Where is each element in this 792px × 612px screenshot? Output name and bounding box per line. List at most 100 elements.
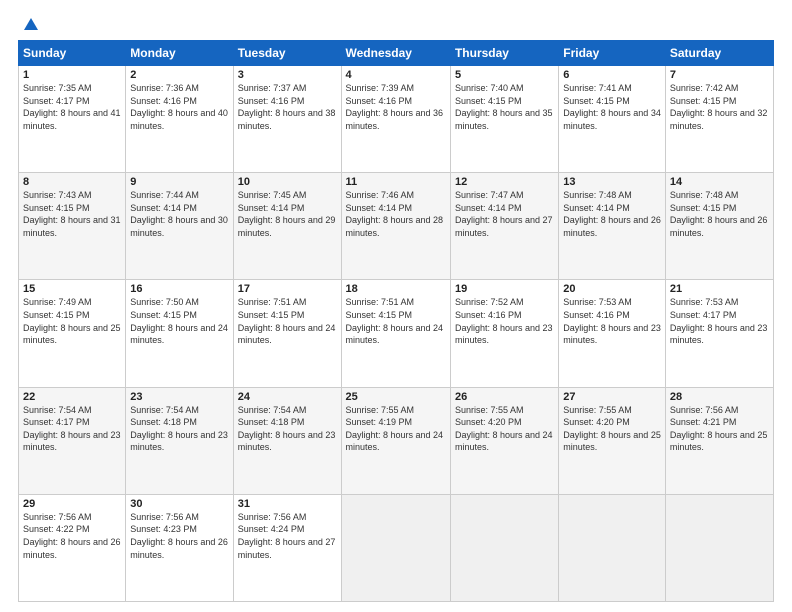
day-info: Sunrise: 7:49 AMSunset: 4:15 PMDaylight:… — [23, 297, 121, 345]
calendar-cell — [665, 494, 773, 601]
day-info: Sunrise: 7:46 AMSunset: 4:14 PMDaylight:… — [346, 190, 444, 238]
day-number: 11 — [346, 176, 446, 188]
calendar-cell: 20 Sunrise: 7:53 AMSunset: 4:16 PMDaylig… — [559, 280, 666, 387]
day-number: 27 — [563, 391, 661, 403]
day-number: 28 — [670, 391, 769, 403]
day-header-wednesday: Wednesday — [341, 41, 450, 66]
calendar-week-1: 1 Sunrise: 7:35 AMSunset: 4:17 PMDayligh… — [19, 66, 774, 173]
day-info: Sunrise: 7:43 AMSunset: 4:15 PMDaylight:… — [23, 190, 121, 238]
day-info: Sunrise: 7:54 AMSunset: 4:18 PMDaylight:… — [238, 405, 336, 453]
day-info: Sunrise: 7:39 AMSunset: 4:16 PMDaylight:… — [346, 83, 444, 131]
day-info: Sunrise: 7:51 AMSunset: 4:15 PMDaylight:… — [346, 297, 444, 345]
calendar-week-2: 8 Sunrise: 7:43 AMSunset: 4:15 PMDayligh… — [19, 173, 774, 280]
day-info: Sunrise: 7:36 AMSunset: 4:16 PMDaylight:… — [130, 83, 228, 131]
day-number: 25 — [346, 391, 446, 403]
calendar-cell — [450, 494, 558, 601]
day-info: Sunrise: 7:56 AMSunset: 4:21 PMDaylight:… — [670, 405, 768, 453]
day-info: Sunrise: 7:48 AMSunset: 4:14 PMDaylight:… — [563, 190, 661, 238]
day-info: Sunrise: 7:47 AMSunset: 4:14 PMDaylight:… — [455, 190, 553, 238]
calendar-cell: 9 Sunrise: 7:44 AMSunset: 4:14 PMDayligh… — [126, 173, 233, 280]
calendar-cell — [341, 494, 450, 601]
day-info: Sunrise: 7:54 AMSunset: 4:17 PMDaylight:… — [23, 405, 121, 453]
day-number: 14 — [670, 176, 769, 188]
day-number: 13 — [563, 176, 661, 188]
day-number: 23 — [130, 391, 228, 403]
day-number: 19 — [455, 283, 554, 295]
calendar-cell: 24 Sunrise: 7:54 AMSunset: 4:18 PMDaylig… — [233, 387, 341, 494]
day-number: 17 — [238, 283, 337, 295]
day-number: 29 — [23, 498, 121, 510]
day-info: Sunrise: 7:56 AMSunset: 4:23 PMDaylight:… — [130, 512, 228, 560]
day-header-tuesday: Tuesday — [233, 41, 341, 66]
calendar-week-3: 15 Sunrise: 7:49 AMSunset: 4:15 PMDaylig… — [19, 280, 774, 387]
day-info: Sunrise: 7:53 AMSunset: 4:17 PMDaylight:… — [670, 297, 768, 345]
day-info: Sunrise: 7:35 AMSunset: 4:17 PMDaylight:… — [23, 83, 121, 131]
logo-icon — [22, 16, 40, 34]
calendar-cell: 30 Sunrise: 7:56 AMSunset: 4:23 PMDaylig… — [126, 494, 233, 601]
day-number: 22 — [23, 391, 121, 403]
day-number: 24 — [238, 391, 337, 403]
day-number: 5 — [455, 69, 554, 81]
day-info: Sunrise: 7:45 AMSunset: 4:14 PMDaylight:… — [238, 190, 336, 238]
calendar-cell: 19 Sunrise: 7:52 AMSunset: 4:16 PMDaylig… — [450, 280, 558, 387]
header-row: SundayMondayTuesdayWednesdayThursdayFrid… — [19, 41, 774, 66]
calendar-week-4: 22 Sunrise: 7:54 AMSunset: 4:17 PMDaylig… — [19, 387, 774, 494]
calendar-cell: 10 Sunrise: 7:45 AMSunset: 4:14 PMDaylig… — [233, 173, 341, 280]
calendar-cell: 8 Sunrise: 7:43 AMSunset: 4:15 PMDayligh… — [19, 173, 126, 280]
logo — [18, 16, 40, 34]
calendar-cell: 26 Sunrise: 7:55 AMSunset: 4:20 PMDaylig… — [450, 387, 558, 494]
day-number: 21 — [670, 283, 769, 295]
calendar-cell: 11 Sunrise: 7:46 AMSunset: 4:14 PMDaylig… — [341, 173, 450, 280]
day-info: Sunrise: 7:48 AMSunset: 4:15 PMDaylight:… — [670, 190, 768, 238]
day-info: Sunrise: 7:53 AMSunset: 4:16 PMDaylight:… — [563, 297, 661, 345]
calendar-cell: 2 Sunrise: 7:36 AMSunset: 4:16 PMDayligh… — [126, 66, 233, 173]
logo-area — [18, 16, 40, 30]
day-number: 3 — [238, 69, 337, 81]
calendar-cell: 18 Sunrise: 7:51 AMSunset: 4:15 PMDaylig… — [341, 280, 450, 387]
day-info: Sunrise: 7:55 AMSunset: 4:20 PMDaylight:… — [455, 405, 553, 453]
calendar-cell: 13 Sunrise: 7:48 AMSunset: 4:14 PMDaylig… — [559, 173, 666, 280]
day-info: Sunrise: 7:37 AMSunset: 4:16 PMDaylight:… — [238, 83, 336, 131]
day-number: 10 — [238, 176, 337, 188]
day-header-monday: Monday — [126, 41, 233, 66]
day-info: Sunrise: 7:55 AMSunset: 4:20 PMDaylight:… — [563, 405, 661, 453]
day-info: Sunrise: 7:52 AMSunset: 4:16 PMDaylight:… — [455, 297, 553, 345]
day-header-thursday: Thursday — [450, 41, 558, 66]
day-header-saturday: Saturday — [665, 41, 773, 66]
calendar-cell: 16 Sunrise: 7:50 AMSunset: 4:15 PMDaylig… — [126, 280, 233, 387]
day-info: Sunrise: 7:44 AMSunset: 4:14 PMDaylight:… — [130, 190, 228, 238]
day-info: Sunrise: 7:50 AMSunset: 4:15 PMDaylight:… — [130, 297, 228, 345]
day-info: Sunrise: 7:54 AMSunset: 4:18 PMDaylight:… — [130, 405, 228, 453]
calendar-cell: 5 Sunrise: 7:40 AMSunset: 4:15 PMDayligh… — [450, 66, 558, 173]
calendar-cell: 27 Sunrise: 7:55 AMSunset: 4:20 PMDaylig… — [559, 387, 666, 494]
day-number: 16 — [130, 283, 228, 295]
day-number: 31 — [238, 498, 337, 510]
day-info: Sunrise: 7:51 AMSunset: 4:15 PMDaylight:… — [238, 297, 336, 345]
calendar-cell: 22 Sunrise: 7:54 AMSunset: 4:17 PMDaylig… — [19, 387, 126, 494]
day-number: 26 — [455, 391, 554, 403]
day-info: Sunrise: 7:55 AMSunset: 4:19 PMDaylight:… — [346, 405, 444, 453]
day-number: 12 — [455, 176, 554, 188]
day-number: 9 — [130, 176, 228, 188]
day-number: 4 — [346, 69, 446, 81]
page: SundayMondayTuesdayWednesdayThursdayFrid… — [0, 0, 792, 612]
day-info: Sunrise: 7:42 AMSunset: 4:15 PMDaylight:… — [670, 83, 768, 131]
calendar-cell: 12 Sunrise: 7:47 AMSunset: 4:14 PMDaylig… — [450, 173, 558, 280]
calendar-cell: 4 Sunrise: 7:39 AMSunset: 4:16 PMDayligh… — [341, 66, 450, 173]
calendar-cell: 1 Sunrise: 7:35 AMSunset: 4:17 PMDayligh… — [19, 66, 126, 173]
calendar-cell — [559, 494, 666, 601]
calendar-cell: 6 Sunrise: 7:41 AMSunset: 4:15 PMDayligh… — [559, 66, 666, 173]
calendar-cell: 25 Sunrise: 7:55 AMSunset: 4:19 PMDaylig… — [341, 387, 450, 494]
calendar-cell: 28 Sunrise: 7:56 AMSunset: 4:21 PMDaylig… — [665, 387, 773, 494]
day-info: Sunrise: 7:40 AMSunset: 4:15 PMDaylight:… — [455, 83, 553, 131]
day-header-sunday: Sunday — [19, 41, 126, 66]
day-info: Sunrise: 7:56 AMSunset: 4:22 PMDaylight:… — [23, 512, 121, 560]
calendar-cell: 17 Sunrise: 7:51 AMSunset: 4:15 PMDaylig… — [233, 280, 341, 387]
calendar-cell: 3 Sunrise: 7:37 AMSunset: 4:16 PMDayligh… — [233, 66, 341, 173]
calendar-cell: 21 Sunrise: 7:53 AMSunset: 4:17 PMDaylig… — [665, 280, 773, 387]
calendar-cell: 14 Sunrise: 7:48 AMSunset: 4:15 PMDaylig… — [665, 173, 773, 280]
calendar-cell: 7 Sunrise: 7:42 AMSunset: 4:15 PMDayligh… — [665, 66, 773, 173]
header — [18, 16, 774, 30]
day-number: 7 — [670, 69, 769, 81]
calendar-cell: 15 Sunrise: 7:49 AMSunset: 4:15 PMDaylig… — [19, 280, 126, 387]
